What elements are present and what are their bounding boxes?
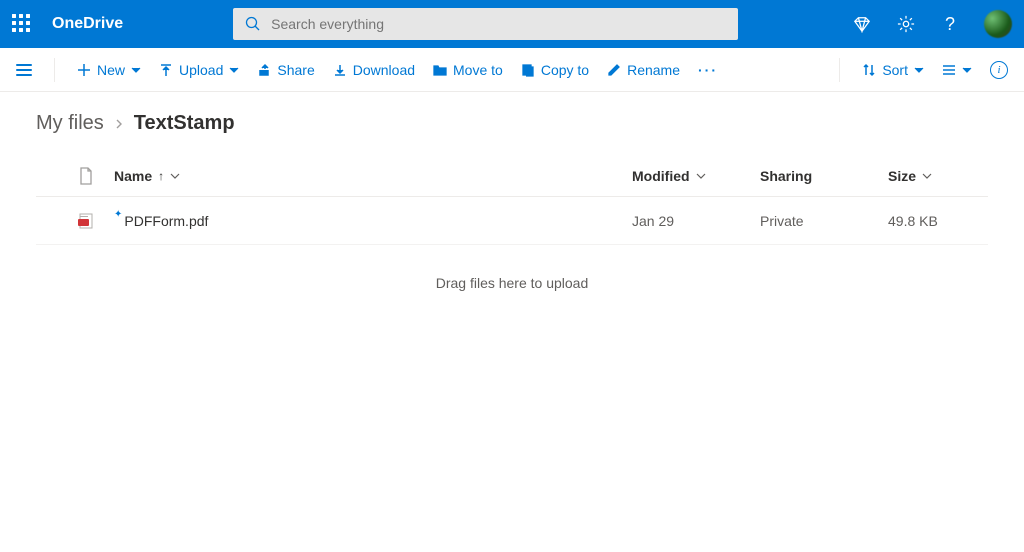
rename-button[interactable]: Rename (607, 62, 680, 78)
rename-label: Rename (627, 62, 680, 78)
header-actions: ? (852, 10, 1012, 38)
upload-button[interactable]: Upload (159, 62, 239, 78)
new-label: New (97, 62, 125, 78)
moveto-label: Move to (453, 62, 503, 78)
chevron-down-icon (229, 65, 239, 75)
file-name: PDFForm.pdf (124, 213, 208, 229)
breadcrumb: My files TextStamp (0, 92, 1024, 155)
file-name-cell[interactable]: ✦ PDFForm.pdf (114, 213, 624, 229)
chevron-down-icon (170, 171, 180, 181)
share-button[interactable]: Share (257, 62, 314, 78)
new-button[interactable]: New (77, 62, 141, 78)
upload-label: Upload (179, 62, 223, 78)
file-table: Name ↑ Modified Sharing Size (0, 155, 1024, 245)
premium-icon[interactable] (852, 14, 872, 34)
modified-column-header[interactable]: Modified (632, 168, 752, 184)
new-indicator-icon: ✦ (114, 209, 122, 220)
account-avatar[interactable] (984, 10, 1012, 38)
drag-drop-hint: Drag files here to upload (0, 245, 1024, 321)
pdf-file-icon (78, 212, 106, 230)
download-label: Download (353, 62, 415, 78)
moveto-button[interactable]: Move to (433, 62, 503, 78)
share-label: Share (277, 62, 314, 78)
size-column-header[interactable]: Size (888, 168, 988, 184)
chevron-down-icon (922, 171, 932, 181)
divider (839, 58, 840, 82)
table-row[interactable]: ✦ PDFForm.pdf Jan 29 Private 49.8 KB (36, 197, 988, 245)
settings-icon[interactable] (896, 14, 916, 34)
size-column-label: Size (888, 168, 916, 184)
search-input[interactable] (271, 16, 726, 32)
copyto-button[interactable]: Copy to (521, 62, 589, 78)
divider (54, 58, 55, 82)
nav-toggle-icon[interactable] (16, 64, 32, 76)
copyto-label: Copy to (541, 62, 589, 78)
file-sharing: Private (760, 213, 880, 229)
search-box[interactable] (233, 8, 738, 40)
chevron-down-icon (962, 65, 972, 75)
breadcrumb-root[interactable]: My files (36, 112, 104, 135)
table-header: Name ↑ Modified Sharing Size (36, 155, 988, 197)
sharing-column-header[interactable]: Sharing (760, 168, 880, 184)
brand-label[interactable]: OneDrive (52, 15, 123, 33)
app-launcher-icon[interactable] (12, 14, 32, 34)
modified-column-label: Modified (632, 168, 690, 184)
view-button[interactable] (942, 63, 972, 77)
chevron-down-icon (914, 65, 924, 75)
content-area: My files TextStamp Name ↑ Modified Shari… (0, 92, 1024, 552)
help-icon[interactable]: ? (940, 14, 960, 34)
search-icon (245, 16, 261, 32)
download-button[interactable]: Download (333, 62, 415, 78)
file-size: 49.8 KB (888, 213, 988, 229)
chevron-down-icon (696, 171, 706, 181)
filetype-header-icon[interactable] (78, 167, 106, 185)
info-button[interactable]: i (990, 61, 1008, 79)
chevron-down-icon (131, 65, 141, 75)
name-column-header[interactable]: Name ↑ (114, 168, 624, 184)
command-bar: New Upload Share Download Move to Copy t… (0, 48, 1024, 92)
more-actions-button[interactable]: ··· (698, 62, 718, 78)
name-column-label: Name (114, 168, 152, 184)
sort-button[interactable]: Sort (862, 62, 924, 78)
sort-label: Sort (882, 62, 908, 78)
app-header: OneDrive ? (0, 0, 1024, 48)
file-modified: Jan 29 (632, 213, 752, 229)
sort-asc-icon: ↑ (158, 169, 164, 183)
sharing-column-label: Sharing (760, 168, 812, 184)
breadcrumb-separator-icon (114, 112, 124, 135)
breadcrumb-current: TextStamp (134, 112, 235, 135)
